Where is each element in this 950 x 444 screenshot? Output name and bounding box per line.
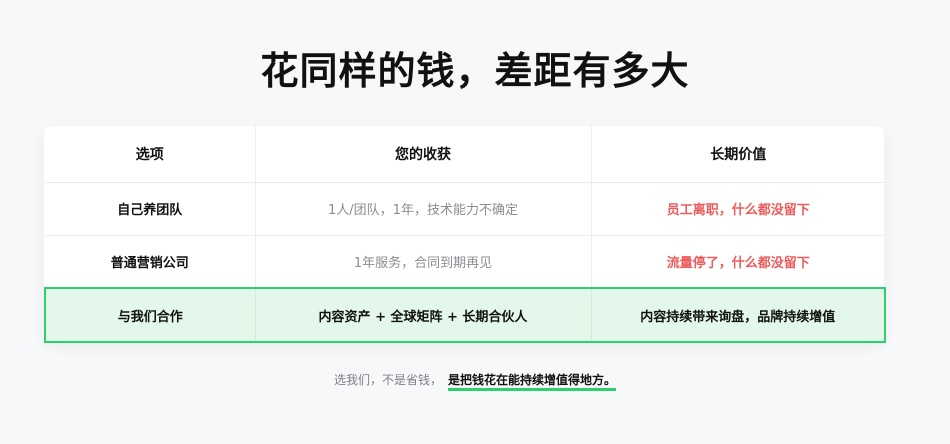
footer-emphasis: 是把钱花在能持续增值得地方。: [448, 373, 617, 391]
row-option: 自己养团队: [45, 182, 256, 236]
header-option: 选项: [45, 126, 256, 183]
highlight-row: 与我们合作 内容资产 + 全球矩阵 + 长期合伙人 内容持续带来询盘，品牌持续增…: [44, 287, 886, 343]
row-value: 员工离职，什么都没留下: [591, 182, 885, 236]
header-gain: 您的收获: [255, 126, 592, 183]
row-gain: 1人/团队，1年，技术能力不确定: [255, 182, 592, 236]
row-option: 与我们合作: [44, 287, 256, 343]
footer-lead: 选我们，不是省钱，: [333, 373, 442, 387]
table-header-row: 选项 您的收获 长期价值: [45, 126, 885, 183]
header-value: 长期价值: [591, 126, 885, 183]
page-title: 花同样的钱，差距有多大: [260, 49, 690, 93]
table-row: 普通营销公司 1年服务，合同到期再见 流量停了，什么都没留下: [45, 235, 885, 289]
row-option: 普通营销公司: [45, 235, 256, 289]
footer-tagline: 选我们，不是省钱， 是把钱花在能持续增值得地方。: [0, 371, 950, 391]
row-value: 内容持续带来询盘，品牌持续增值: [591, 287, 886, 343]
comparison-table: 选项 您的收获 长期价值 自己养团队 1人/团队，1年，技术能力不确定 员工离职…: [44, 126, 886, 343]
row-gain: 1年服务，合同到期再见: [255, 235, 592, 289]
row-value: 流量停了，什么都没留下: [591, 235, 885, 289]
table-row: 自己养团队 1人/团队，1年，技术能力不确定 员工离职，什么都没留下: [45, 182, 885, 236]
comparison-card: 选项 您的收获 长期价值 自己养团队 1人/团队，1年，技术能力不确定 员工离职…: [44, 126, 886, 343]
row-gain: 内容资产 + 全球矩阵 + 长期合伙人: [255, 287, 592, 343]
page: 花同样的钱，差距有多大 选项 您的收获 长期价值 自己养团队 1人/团队，1年，…: [0, 0, 950, 444]
